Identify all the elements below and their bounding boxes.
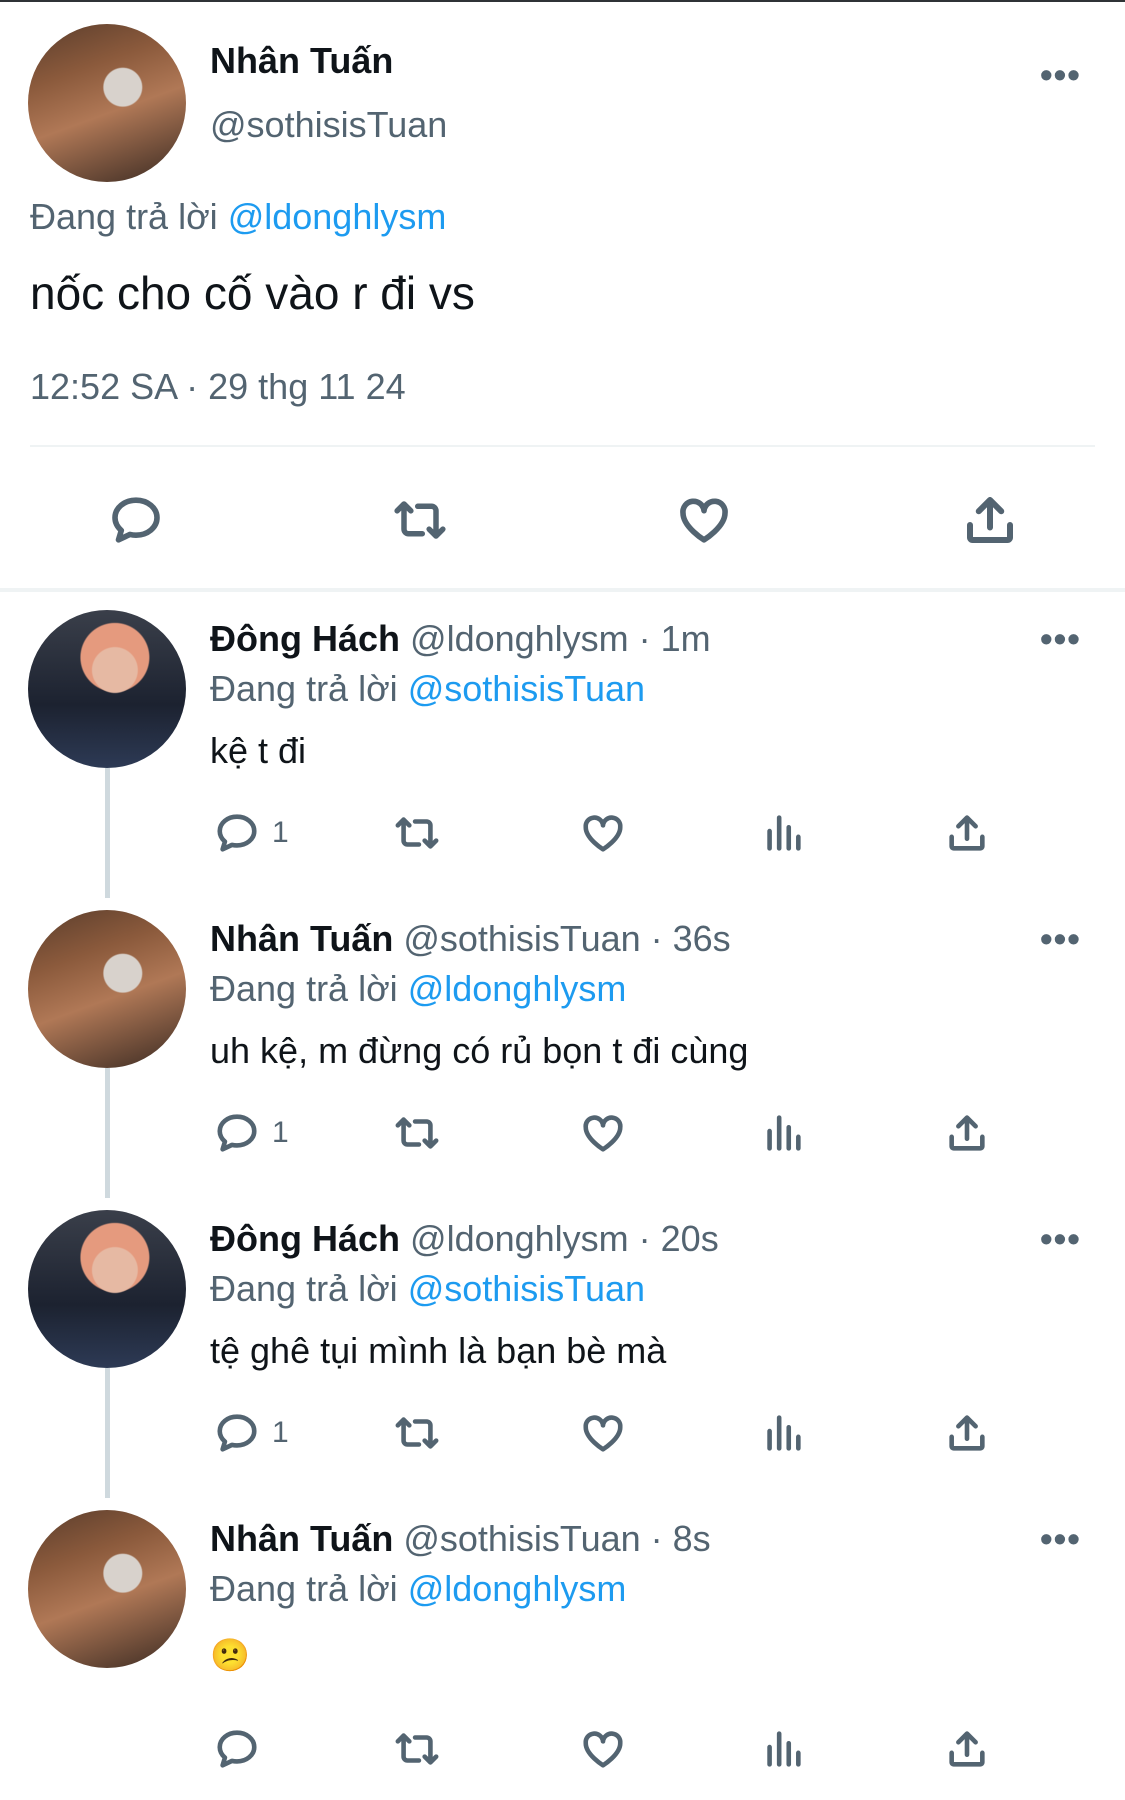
avatar[interactable]: [28, 24, 186, 182]
reply-text: tệ ghê tụi mình là bạn bè mà: [210, 1330, 667, 1371]
views-icon[interactable]: [760, 1410, 806, 1456]
divider: [30, 445, 1095, 447]
share-icon[interactable]: [944, 810, 990, 856]
views-icon[interactable]: [760, 1110, 806, 1156]
reply-text: uh kệ, m đừng có rủ bọn t đi cùng: [210, 1030, 749, 1071]
like-icon[interactable]: [578, 1110, 628, 1156]
tweet-text: nốc cho cố vào r đi vs: [30, 267, 475, 319]
avatar[interactable]: [28, 1510, 186, 1668]
share-icon[interactable]: [944, 1410, 990, 1456]
like-icon[interactable]: [578, 1410, 628, 1456]
retweet-icon[interactable]: [390, 1410, 444, 1456]
more-icon[interactable]: •••: [1040, 1218, 1081, 1260]
author-name[interactable]: Nhân Tuấn: [210, 40, 393, 82]
reply-icon[interactable]: [214, 810, 260, 856]
replying-to-link[interactable]: @sothisisTuan: [408, 1268, 645, 1309]
more-icon[interactable]: •••: [1040, 54, 1081, 96]
reply-icon[interactable]: [214, 1410, 260, 1456]
retweet-icon[interactable]: [390, 1110, 444, 1156]
replying-prefix: Đang trả lời: [210, 968, 398, 1009]
author-name[interactable]: Nhân Tuấn: [210, 918, 393, 959]
action-bar: 1: [210, 1108, 1010, 1158]
more-icon[interactable]: •••: [1040, 618, 1081, 660]
like-icon[interactable]: [674, 492, 734, 548]
author-handle[interactable]: @sothisisTuan · 8s: [403, 1518, 710, 1559]
like-icon[interactable]: [578, 1726, 628, 1772]
reply-icon[interactable]: [214, 1726, 260, 1772]
author-handle[interactable]: @ldonghlysm · 1m: [410, 618, 711, 659]
replying-to-line: Đang trả lời @sothisisTuan: [210, 1268, 645, 1310]
reply-count: 1: [272, 1416, 289, 1449]
replying-to-link[interactable]: @ldonghlysm: [408, 1568, 627, 1609]
thread-line: [105, 1068, 110, 1198]
views-icon[interactable]: [760, 1726, 806, 1772]
replying-prefix: Đang trả lời: [210, 1568, 398, 1609]
replying-prefix: Đang trả lời: [30, 196, 218, 237]
replying-to-line: Đang trả lời @ldonghlysm: [210, 968, 626, 1010]
replying-prefix: Đang trả lời: [210, 668, 398, 709]
action-bar: [210, 1724, 1010, 1774]
replying-to-link[interactable]: @ldonghlysm: [228, 196, 447, 237]
section-divider: [0, 588, 1125, 592]
retweet-icon[interactable]: [388, 492, 452, 548]
share-icon[interactable]: [944, 1110, 990, 1156]
more-icon[interactable]: •••: [1040, 1518, 1081, 1560]
reply-header: Đông Hách @ldonghlysm · 1m: [210, 618, 711, 660]
replying-to-line: Đang trả lời @ldonghlysm: [210, 1568, 626, 1610]
replying-to-line: Đang trả lời @sothisisTuan: [210, 668, 645, 710]
replying-prefix: Đang trả lời: [210, 1268, 398, 1309]
reply-icon[interactable]: [108, 492, 164, 548]
author-name[interactable]: Nhân Tuấn: [210, 1518, 393, 1559]
author-name[interactable]: Đông Hách: [210, 1218, 400, 1259]
retweet-icon[interactable]: [390, 810, 444, 856]
reply-count: 1: [272, 1116, 289, 1149]
reply-text: kệ t đi: [210, 730, 307, 771]
retweet-icon[interactable]: [390, 1726, 444, 1772]
replying-to-line: Đang trả lời @ldonghlysm: [30, 196, 446, 238]
avatar[interactable]: [28, 1210, 186, 1368]
reply-text-emoji: 😕: [210, 1637, 250, 1673]
like-icon[interactable]: [578, 810, 628, 856]
action-bar: 1: [210, 808, 1010, 858]
avatar[interactable]: [28, 910, 186, 1068]
reply-header: Đông Hách @ldonghlysm · 20s: [210, 1218, 719, 1260]
author-handle[interactable]: @sothisisTuan: [210, 104, 447, 146]
share-icon[interactable]: [960, 490, 1020, 550]
reply-header: Nhân Tuấn @sothisisTuan · 36s: [210, 918, 731, 960]
action-bar: 1: [210, 1408, 1010, 1458]
avatar[interactable]: [28, 610, 186, 768]
views-icon[interactable]: [760, 810, 806, 856]
reply-header: Nhân Tuấn @sothisisTuan · 8s: [210, 1518, 711, 1560]
thread-line: [105, 1368, 110, 1498]
author-name[interactable]: Đông Hách: [210, 618, 400, 659]
reply-count: 1: [272, 816, 289, 849]
reply-icon[interactable]: [214, 1110, 260, 1156]
author-handle[interactable]: @ldonghlysm · 20s: [410, 1218, 719, 1259]
top-border: [0, 0, 1125, 2]
share-icon[interactable]: [944, 1726, 990, 1772]
more-icon[interactable]: •••: [1040, 918, 1081, 960]
thread-line: [105, 768, 110, 898]
replying-to-link[interactable]: @sothisisTuan: [408, 668, 645, 709]
author-handle[interactable]: @sothisisTuan · 36s: [403, 918, 730, 959]
tweet-timestamp[interactable]: 12:52 SA · 29 thg 11 24: [30, 366, 406, 408]
replying-to-link[interactable]: @ldonghlysm: [408, 968, 627, 1009]
